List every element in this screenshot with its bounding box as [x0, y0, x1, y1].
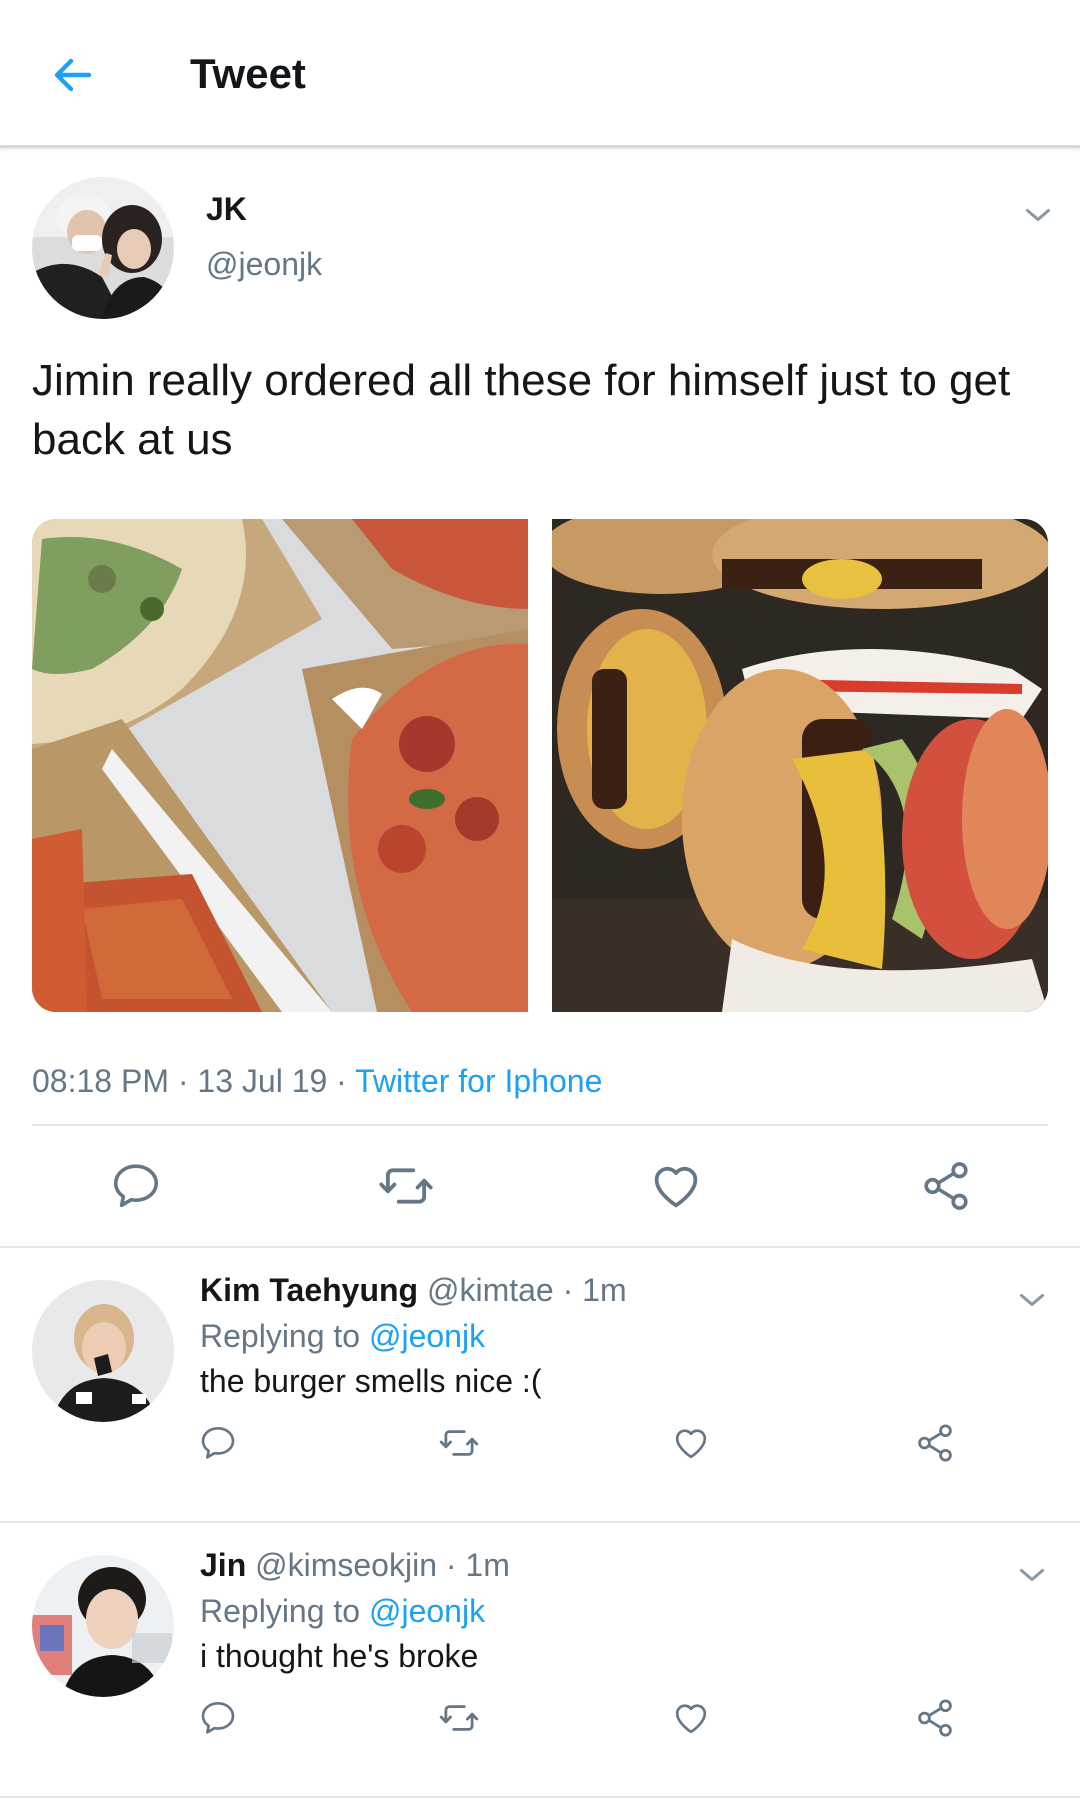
divider	[0, 1521, 1080, 1523]
replying-prefix: Replying to	[200, 1593, 361, 1629]
reply-header: Jin @kimseokjin · 1m	[200, 1547, 510, 1584]
reply-author-name[interactable]: Jin	[200, 1547, 246, 1583]
retweet-icon	[438, 1697, 480, 1739]
divider	[32, 1124, 1048, 1126]
like-icon	[648, 1158, 704, 1214]
tweet-menu-button[interactable]	[1018, 195, 1058, 235]
replying-prefix: Replying to	[200, 1318, 361, 1354]
author-handle[interactable]: @jeonjk	[206, 246, 322, 283]
top-app-bar: Tweet	[0, 0, 1080, 148]
retweet-icon	[377, 1157, 435, 1215]
tweet-text: Jimin really ordered all these for himse…	[32, 356, 1011, 464]
share-icon	[914, 1697, 956, 1739]
reply-button[interactable]	[198, 1695, 238, 1741]
reply-icon	[198, 1698, 238, 1738]
replying-to: Replying to @jeonjk	[200, 1593, 485, 1630]
divider	[0, 1246, 1080, 1248]
arrow-left-icon	[54, 58, 92, 92]
share-icon	[919, 1159, 973, 1213]
replying-to-link[interactable]: @jeonjk	[369, 1593, 485, 1629]
retweet-button[interactable]	[376, 1154, 436, 1218]
tweet-time: 08:18 PM	[32, 1063, 169, 1099]
retweet-button[interactable]	[437, 1695, 481, 1741]
retweet-button[interactable]	[437, 1420, 481, 1466]
reply-author-handle[interactable]: @kimseokjin	[255, 1547, 437, 1583]
author-name[interactable]: JK	[206, 191, 247, 228]
back-button[interactable]	[42, 44, 104, 106]
chevron-down-icon	[1014, 1557, 1050, 1593]
chevron-down-icon	[1020, 197, 1056, 233]
tweet-photo-burgers[interactable]	[552, 519, 1048, 1012]
like-icon	[671, 1698, 711, 1738]
share-button[interactable]	[913, 1695, 957, 1741]
reply-time: · 1m	[445, 1547, 510, 1583]
tweet-date: 13 Jul 19	[197, 1063, 328, 1099]
divider	[0, 1796, 1080, 1798]
share-button[interactable]	[918, 1154, 974, 1218]
meta-separator: ·	[336, 1063, 347, 1099]
reply-icon	[109, 1159, 163, 1213]
chevron-down-icon	[1014, 1282, 1050, 1318]
reply-text: the burger smells nice :(	[200, 1363, 542, 1399]
like-icon	[671, 1423, 711, 1463]
reply-author-handle[interactable]: @kimtae	[427, 1272, 554, 1308]
reply-menu-button[interactable]	[1012, 1280, 1052, 1320]
replying-to-link[interactable]: @jeonjk	[369, 1318, 485, 1354]
reply-header: Kim Taehyung @kimtae · 1m	[200, 1272, 627, 1309]
tweet-source-link[interactable]: Twitter for Iphone	[355, 1063, 602, 1099]
like-button[interactable]	[671, 1695, 711, 1741]
reply-menu-button[interactable]	[1012, 1555, 1052, 1595]
reply-author-name[interactable]: Kim Taehyung	[200, 1272, 418, 1308]
tweet-photo-pizzas[interactable]	[32, 519, 528, 1012]
replying-to: Replying to @jeonjk	[200, 1318, 485, 1355]
reply-action-bar	[0, 1420, 1080, 1470]
tweet-action-bar	[0, 1154, 1080, 1218]
reply-avatar[interactable]	[32, 1555, 174, 1697]
reply-button[interactable]	[108, 1154, 164, 1218]
meta-separator: ·	[177, 1063, 189, 1099]
tweet-meta: 08:18 PM · 13 Jul 19 · Twitter for Iphon…	[32, 1063, 602, 1100]
like-button[interactable]	[671, 1420, 711, 1466]
share-button[interactable]	[913, 1420, 957, 1466]
retweet-icon	[438, 1422, 480, 1464]
reply-tweet[interactable]: Jin @kimseokjin · 1m Replying to @jeonjk…	[0, 1525, 1080, 1800]
reply-action-bar	[0, 1695, 1080, 1745]
author-avatar[interactable]	[32, 177, 174, 319]
reply-time: · 1m	[562, 1272, 627, 1308]
share-icon	[914, 1422, 956, 1464]
reply-avatar[interactable]	[32, 1280, 174, 1422]
like-button[interactable]	[648, 1154, 704, 1218]
reply-button[interactable]	[198, 1420, 238, 1466]
reply-icon	[198, 1423, 238, 1463]
reply-text: i thought he's broke	[200, 1638, 479, 1674]
reply-tweet[interactable]: Kim Taehyung @kimtae · 1m Replying to @j…	[0, 1250, 1080, 1525]
page-title: Tweet	[190, 50, 306, 97]
